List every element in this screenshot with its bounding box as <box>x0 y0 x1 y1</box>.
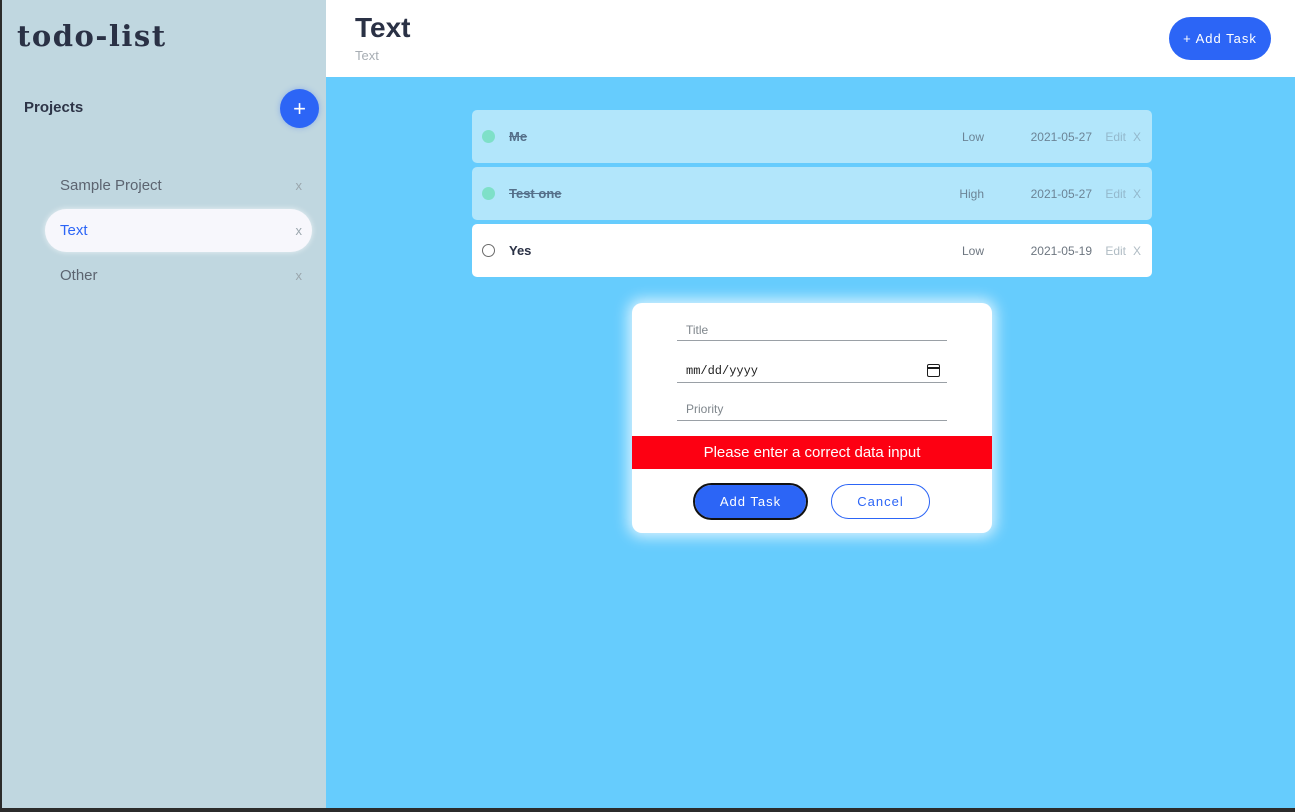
calendar-icon[interactable] <box>927 364 940 377</box>
page-title: Text <box>355 12 411 43</box>
task-complete-checkbox[interactable] <box>482 130 495 143</box>
task-date-input[interactable]: mm/dd/yyyy <box>677 359 947 383</box>
edit-task-button[interactable]: Edit <box>1105 130 1126 144</box>
date-placeholder: mm/dd/yyyy <box>686 363 759 378</box>
delete-task-button[interactable]: X <box>1133 187 1141 201</box>
task-row: Yes Low 2021-05-19 Edit X <box>472 224 1152 277</box>
add-task-button[interactable]: + Add Task <box>1169 17 1271 60</box>
task-title: Me <box>509 129 528 144</box>
task-priority: Low <box>961 244 984 258</box>
task-title-input[interactable] <box>677 319 947 341</box>
project-name: Other <box>60 267 98 284</box>
remove-project-button[interactable]: x <box>296 223 303 238</box>
edit-task-button[interactable]: Edit <box>1105 244 1126 258</box>
project-list: Sample Project x Text x Other x <box>45 164 312 299</box>
add-task-form: mm/dd/yyyy Please enter a correct data i… <box>632 303 992 533</box>
delete-task-button[interactable]: X <box>1133 130 1141 144</box>
remove-project-button[interactable]: x <box>296 268 303 283</box>
delete-task-button[interactable]: X <box>1133 244 1141 258</box>
task-priority: High <box>959 187 984 201</box>
task-due-date: 2021-05-19 <box>1030 244 1092 258</box>
remove-project-button[interactable]: x <box>296 178 303 193</box>
task-priority-input[interactable] <box>677 398 947 421</box>
sidebar: todo-list Projects + Sample Project x Te… <box>2 0 326 808</box>
task-due-date: 2021-05-27 <box>1030 187 1092 201</box>
task-priority: Low <box>961 130 984 144</box>
project-item-text[interactable]: Text x <box>45 209 312 252</box>
project-name: Sample Project <box>60 177 162 194</box>
task-due-date: 2021-05-27 <box>1030 130 1092 144</box>
app-logo: todo-list <box>17 19 167 53</box>
task-row: Me Low 2021-05-27 Edit X <box>472 110 1152 163</box>
task-complete-checkbox[interactable] <box>482 244 495 257</box>
cancel-button[interactable]: Cancel <box>831 484 930 519</box>
add-project-button[interactable]: + <box>280 89 319 128</box>
project-item-sample-project[interactable]: Sample Project x <box>45 164 312 207</box>
top-bar: Text Text + Add Task <box>326 0 1295 77</box>
projects-heading: Projects <box>24 99 84 116</box>
task-complete-checkbox[interactable] <box>482 187 495 200</box>
project-item-other[interactable]: Other x <box>45 254 312 297</box>
task-list: Me Low 2021-05-27 Edit X Test one High 2… <box>472 110 1152 281</box>
task-title: Test one <box>509 186 562 201</box>
app-window: todo-list Projects + Sample Project x Te… <box>2 0 1295 808</box>
project-name: Text <box>60 222 88 239</box>
task-row: Test one High 2021-05-27 Edit X <box>472 167 1152 220</box>
page-subtitle: Text <box>355 48 379 63</box>
submit-task-button[interactable]: Add Task <box>693 483 808 520</box>
task-title: Yes <box>509 243 532 258</box>
edit-task-button[interactable]: Edit <box>1105 187 1126 201</box>
error-message: Please enter a correct data input <box>632 436 992 469</box>
